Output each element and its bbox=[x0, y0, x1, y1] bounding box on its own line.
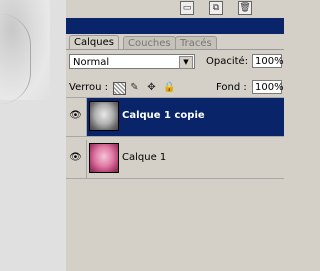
eye-icon[interactable]: 👁 bbox=[68, 150, 83, 165]
lock-label: Verrou : bbox=[69, 82, 109, 93]
layer-row[interactable]: 👁 Calque 1 bbox=[66, 140, 284, 179]
layer-thumbnail bbox=[89, 101, 119, 131]
panel-tabs: Calques Couches Tracés bbox=[66, 35, 284, 50]
fill-label: Fond : bbox=[216, 82, 247, 93]
visibility-column: 👁 bbox=[66, 140, 87, 178]
panel-top-toolbar: ▭ ⧉ 🗑 bbox=[66, 1, 284, 17]
layer-row[interactable]: 👁 Calque 1 copie bbox=[66, 98, 284, 137]
layers-panel: ▭ ⧉ 🗑 Calques Couches Tracés Normal ▼ Op… bbox=[66, 0, 284, 271]
document-icon[interactable]: ▭ bbox=[180, 1, 194, 15]
tab-divider bbox=[66, 49, 284, 50]
lock-all-icon[interactable]: 🔒 bbox=[163, 82, 175, 93]
lock-move-icon[interactable]: ✥ bbox=[146, 82, 157, 93]
tab-couches[interactable]: Couches bbox=[123, 36, 176, 50]
opacity-label: Opacité: bbox=[206, 56, 249, 67]
panel-titlebar[interactable] bbox=[66, 18, 284, 34]
layer-name: Calque 1 copie bbox=[122, 110, 205, 121]
new-file-icon[interactable]: ⧉ bbox=[209, 1, 223, 15]
tab-traces[interactable]: Tracés bbox=[175, 36, 217, 50]
blend-mode-value: Normal bbox=[73, 57, 110, 68]
trash-icon[interactable]: 🗑 bbox=[238, 1, 252, 15]
eye-icon[interactable]: 👁 bbox=[68, 108, 83, 123]
lock-paint-icon[interactable]: ✎ bbox=[129, 82, 140, 93]
layer-thumbnail bbox=[89, 143, 119, 173]
opacity-field[interactable]: 100% bbox=[252, 54, 284, 68]
blend-mode-select[interactable]: Normal ▼ bbox=[69, 54, 195, 69]
visibility-column: 👁 bbox=[66, 98, 87, 136]
canvas-area[interactable] bbox=[0, 0, 67, 271]
chevron-down-icon[interactable]: ▼ bbox=[179, 56, 193, 69]
fill-field[interactable]: 100% bbox=[252, 80, 284, 94]
layer-name: Calque 1 bbox=[122, 152, 167, 163]
tab-calques[interactable]: Calques bbox=[69, 35, 119, 50]
lock-transparency-icon[interactable] bbox=[113, 82, 126, 95]
